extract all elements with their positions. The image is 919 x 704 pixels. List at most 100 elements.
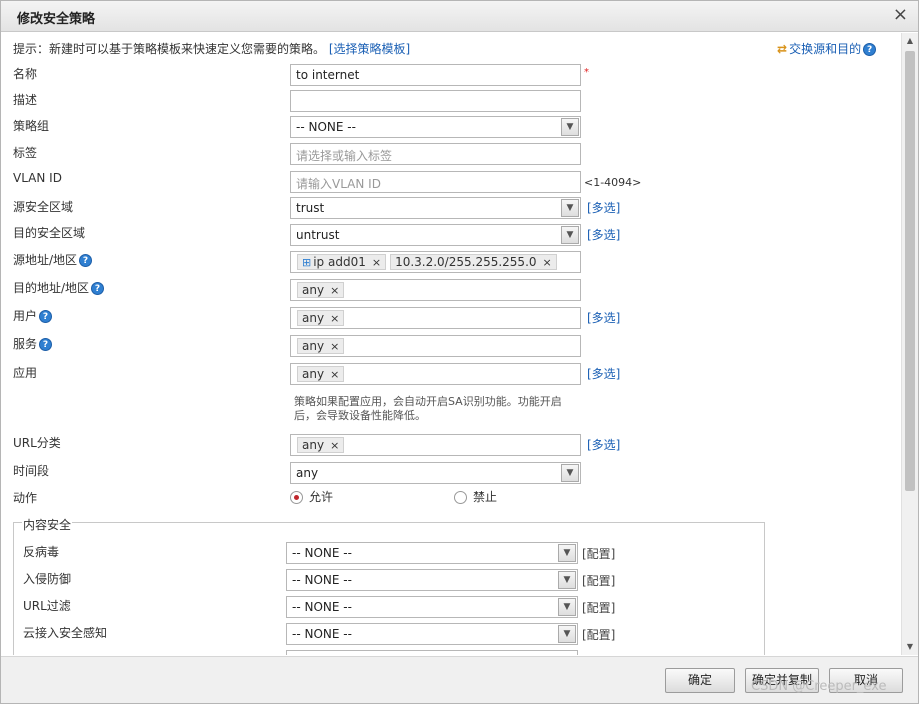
src-addr-input[interactable]: ⊞ ip add01 × 10.3.2.0/255.255.255.0 ×: [290, 251, 581, 273]
name-input[interactable]: to internet: [290, 64, 581, 86]
dialog-title: 修改安全策略: [17, 12, 96, 27]
url-filter-select[interactable]: -- NONE -- ▼: [286, 596, 578, 618]
application-note-line: 后，会导致设备性能降低。: [294, 409, 426, 422]
remove-tag-icon[interactable]: ×: [330, 312, 339, 325]
ok-button[interactable]: 确定: [665, 668, 735, 693]
action-label: 动作: [13, 491, 38, 505]
scroll-up-icon[interactable]: ▲: [902, 33, 918, 49]
src-zone-value: trust: [296, 201, 325, 215]
url-category-label: URL分类: [13, 436, 61, 450]
src-zone-multi-link[interactable]: [多选]: [587, 199, 620, 216]
remove-tag-icon[interactable]: ×: [330, 340, 339, 353]
application-note-line: 策略如果配置应用，会自动开启SA识别功能。功能开启: [294, 395, 562, 408]
vlan-id-label: VLAN ID: [13, 171, 62, 185]
service-input[interactable]: any ×: [290, 335, 581, 357]
next-select-partial[interactable]: [286, 650, 578, 655]
chevron-down-icon[interactable]: ▼: [561, 199, 579, 217]
dst-zone-label: 目的安全区域: [13, 226, 86, 240]
help-icon[interactable]: ?: [39, 310, 53, 323]
antivirus-value: -- NONE --: [292, 546, 352, 560]
ips-label: 入侵防御: [23, 572, 72, 586]
antivirus-config-link[interactable]: [配置]: [582, 545, 615, 562]
service-tag-label: any: [302, 339, 325, 353]
user-input[interactable]: any ×: [290, 307, 581, 329]
src-zone-select[interactable]: trust ▼: [290, 197, 581, 219]
cloud-access-config-link[interactable]: [配置]: [582, 626, 615, 643]
application-tag-label: any: [302, 367, 325, 381]
help-icon[interactable]: ?: [863, 43, 877, 56]
cloud-access-label: 云接入安全感知: [23, 626, 108, 640]
remove-tag-icon[interactable]: ×: [330, 368, 339, 381]
user-multi-link[interactable]: [多选]: [587, 309, 620, 326]
application-tag: any ×: [297, 366, 345, 382]
cloud-access-select[interactable]: -- NONE -- ▼: [286, 623, 578, 645]
chevron-down-icon[interactable]: ▼: [558, 571, 576, 589]
tag-input[interactable]: 请选择或输入标签: [290, 143, 581, 165]
url-category-tag-label: any: [302, 438, 325, 452]
application-label: 应用: [13, 366, 38, 380]
chevron-down-icon[interactable]: ▼: [558, 598, 576, 616]
src-addr-label-text: 源地址/地区: [13, 253, 78, 267]
dst-zone-multi-link[interactable]: [多选]: [587, 226, 620, 243]
help-icon[interactable]: ?: [91, 282, 105, 295]
application-note: 策略如果配置应用，会自动开启SA识别功能。功能开启 后，会导致设备性能降低。: [294, 395, 594, 423]
edit-security-policy-dialog: 修改安全策略 × 提示：新建时可以基于策略模板来快速定义您需要的策略。 [选择策…: [0, 0, 919, 704]
chevron-down-icon[interactable]: ▼: [561, 226, 579, 244]
ips-select[interactable]: -- NONE -- ▼: [286, 569, 578, 591]
help-icon[interactable]: ?: [39, 338, 53, 351]
radio-selected-icon: [290, 491, 303, 504]
help-icon[interactable]: ?: [79, 254, 93, 267]
policy-group-label: 策略组: [13, 119, 50, 133]
vertical-scrollbar[interactable]: ▲ ▼: [901, 33, 918, 655]
select-template-link[interactable]: [选择策略模板]: [329, 42, 410, 56]
src-addr-label: 源地址/地区?: [13, 251, 93, 268]
policy-group-select[interactable]: -- NONE -- ▼: [290, 116, 581, 138]
dialog-body: 提示：新建时可以基于策略模板来快速定义您需要的策略。 [选择策略模板] ⇄ 交换源…: [2, 33, 901, 655]
remove-tag-icon[interactable]: ×: [372, 256, 381, 269]
cloud-access-value: -- NONE --: [292, 627, 352, 641]
chevron-down-icon[interactable]: ▼: [561, 118, 579, 136]
service-label-text: 服务: [13, 337, 38, 351]
antivirus-label: 反病毒: [23, 545, 60, 559]
remove-tag-icon[interactable]: ×: [330, 284, 339, 297]
action-deny-radio[interactable]: 禁止: [454, 488, 497, 505]
vlan-id-input[interactable]: 请输入VLAN ID: [290, 171, 581, 193]
scroll-down-icon[interactable]: ▼: [902, 639, 918, 655]
policy-group-value: -- NONE --: [296, 120, 356, 134]
src-zone-label: 源安全区域: [13, 200, 74, 214]
address-tag-label: 10.3.2.0/255.255.255.0: [395, 255, 537, 269]
chevron-down-icon[interactable]: ▼: [558, 544, 576, 562]
remove-tag-icon[interactable]: ×: [330, 439, 339, 452]
address-tag: ⊞ ip add01 ×: [297, 254, 387, 270]
remove-tag-icon[interactable]: ×: [543, 256, 552, 269]
dst-zone-select[interactable]: untrust ▼: [290, 224, 581, 246]
description-input[interactable]: [290, 90, 581, 112]
dst-addr-input[interactable]: any ×: [290, 279, 581, 301]
application-multi-link[interactable]: [多选]: [587, 365, 620, 382]
application-input[interactable]: any ×: [290, 363, 581, 385]
user-tag-label: any: [302, 311, 325, 325]
user-label: 用户?: [13, 307, 53, 324]
close-icon[interactable]: ×: [893, 6, 908, 24]
swap-src-dst-link[interactable]: ⇄ 交换源和目的?: [777, 40, 877, 57]
service-label: 服务?: [13, 335, 53, 352]
vlan-range-hint: <1-4094>: [584, 176, 642, 189]
dst-addr-label-text: 目的地址/地区: [13, 281, 90, 295]
antivirus-select[interactable]: -- NONE -- ▼: [286, 542, 578, 564]
dst-addr-label: 目的地址/地区?: [13, 279, 105, 296]
url-category-multi-link[interactable]: [多选]: [587, 436, 620, 453]
service-tag: any ×: [297, 338, 345, 354]
name-label: 名称: [13, 67, 38, 81]
scrollbar-thumb[interactable]: [905, 51, 915, 491]
hint: 提示：新建时可以基于策略模板来快速定义您需要的策略。 [选择策略模板]: [13, 40, 410, 57]
ips-config-link[interactable]: [配置]: [582, 572, 615, 589]
action-permit-radio[interactable]: 允许: [290, 488, 333, 505]
schedule-select[interactable]: any ▼: [290, 462, 581, 484]
user-label-text: 用户: [13, 309, 38, 323]
url-category-input[interactable]: any ×: [290, 434, 581, 456]
hint-text: 提示：新建时可以基于策略模板来快速定义您需要的策略。: [13, 42, 326, 56]
url-filter-config-link[interactable]: [配置]: [582, 599, 615, 616]
chevron-down-icon[interactable]: ▼: [558, 625, 576, 643]
chevron-down-icon[interactable]: ▼: [561, 464, 579, 482]
ips-value: -- NONE --: [292, 573, 352, 587]
